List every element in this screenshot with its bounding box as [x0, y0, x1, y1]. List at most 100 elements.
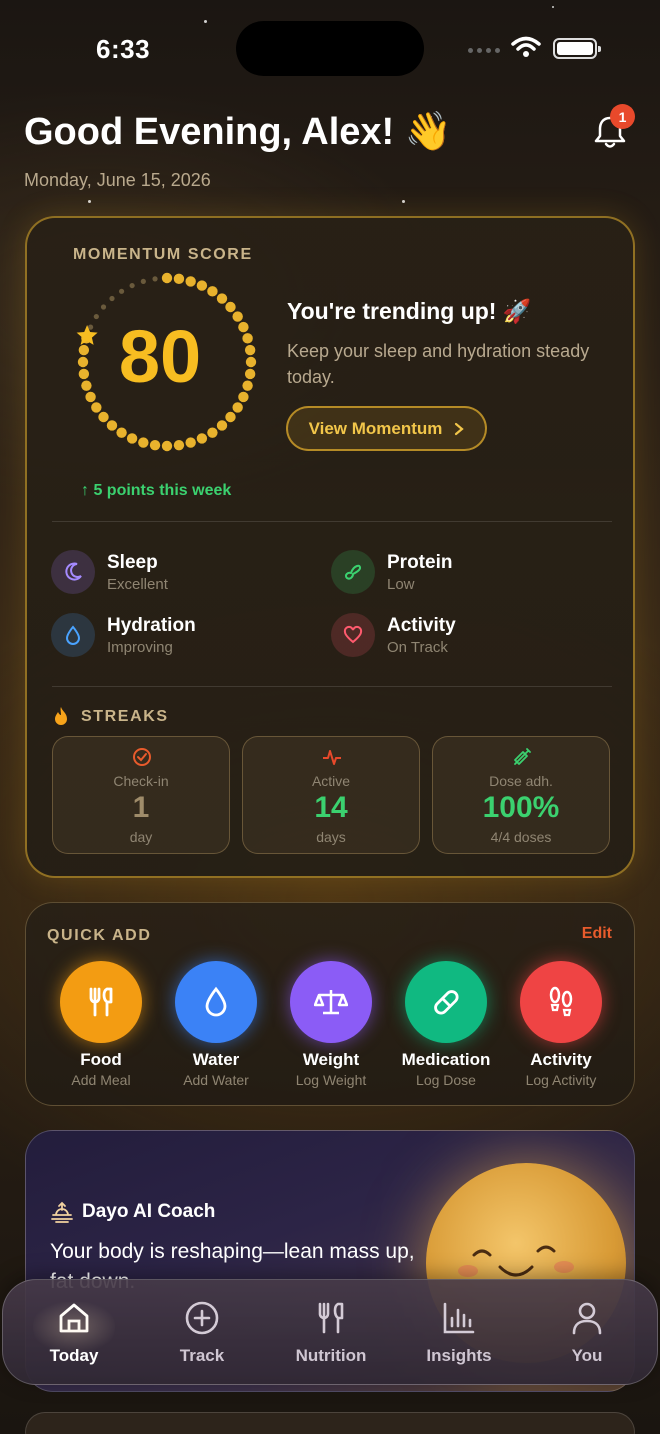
streak-checkin[interactable]: Check-in 1 day: [52, 736, 230, 854]
trend-note: ↑ 5 points this week: [81, 482, 232, 499]
metric-status: Improving: [107, 638, 173, 656]
tab-insights[interactable]: Insights: [404, 1296, 514, 1366]
status-bar: 6:33: [0, 0, 660, 96]
streak-value: 100%: [482, 791, 560, 824]
ring-dot-filled: [173, 273, 185, 285]
check-circle-icon: [133, 748, 151, 766]
ring-dot-filled: [106, 420, 118, 431]
view-momentum-button[interactable]: View Momentum: [286, 406, 487, 451]
momentum-score-value: 80: [118, 315, 202, 398]
edit-link[interactable]: Edit: [582, 925, 612, 943]
metric-activity[interactable]: Activity On Track: [331, 613, 456, 657]
ring-dot-empty: [109, 295, 115, 302]
ring-dot-filled: [185, 276, 196, 287]
tab-label: Nutrition: [295, 1346, 367, 1365]
droplet-icon: [51, 613, 95, 657]
active-tab-highlight: [33, 1302, 115, 1352]
ring-dot-filled: [116, 427, 127, 438]
protein-icon: [331, 550, 375, 594]
quick-add-title: Water: [192, 1050, 240, 1069]
streak-label: Dose adh.: [489, 773, 553, 789]
quick-add-title: Medication: [401, 1050, 491, 1069]
ring-dot-filled: [173, 439, 185, 451]
status-time: 6:33: [96, 34, 151, 64]
cellular-signal-icon: [468, 48, 500, 53]
metric-title: Protein: [387, 551, 453, 573]
metric-title: Activity: [387, 614, 456, 636]
coach-title-row: Dayo AI Coach: [50, 1201, 215, 1223]
fork-knife-icon: [276, 1296, 386, 1340]
metric-status: Low: [387, 575, 415, 593]
streak-unit: 4/4 doses: [490, 829, 552, 845]
wifi-icon: [511, 36, 541, 57]
pulse-icon: [323, 750, 341, 765]
tab-track[interactable]: Track: [147, 1296, 257, 1366]
footprints-icon: [520, 961, 602, 1043]
quick-add-food[interactable]: Food Add Meal: [46, 961, 156, 1088]
next-card-peek: [25, 1412, 635, 1434]
streak-value: 1: [132, 791, 150, 824]
notification-badge: 1: [610, 104, 635, 129]
ring-dot-filled: [161, 440, 173, 452]
metric-sleep[interactable]: Sleep Excellent: [51, 550, 168, 594]
ring-dot-empty: [100, 304, 107, 310]
divider: [52, 686, 612, 687]
plus-circle-icon: [147, 1296, 257, 1340]
star-decoration: [88, 200, 91, 203]
quick-add-sub: Log Activity: [525, 1072, 597, 1088]
ring-dot-filled: [185, 437, 196, 448]
streaks-kicker: STREAKS: [81, 708, 169, 725]
divider: [52, 521, 612, 522]
ring-dot-empty: [118, 288, 125, 294]
flame-icon: [55, 707, 67, 725]
coach-title: Dayo AI Coach: [82, 1201, 216, 1222]
syringe-icon: [514, 748, 531, 765]
quick-add-title: Activity: [530, 1050, 592, 1069]
ring-dot-filled: [232, 402, 243, 413]
ring-dot-empty: [152, 276, 158, 282]
tab-you[interactable]: You: [532, 1296, 642, 1366]
metric-protein[interactable]: Protein Low: [331, 550, 452, 594]
ring-dot-filled: [126, 433, 138, 444]
quick-add-sub: Log Weight: [295, 1072, 367, 1088]
quick-add-activity[interactable]: Activity Log Activity: [506, 961, 616, 1088]
metric-status: Excellent: [107, 575, 168, 593]
fork-knife-icon: [60, 961, 142, 1043]
metric-hydration[interactable]: Hydration Improving: [51, 613, 196, 657]
tab-nutrition[interactable]: Nutrition: [276, 1296, 386, 1366]
metric-title: Hydration: [107, 614, 196, 636]
ring-dot-filled: [225, 301, 236, 313]
pill-icon: [405, 961, 487, 1043]
ring-dot-filled: [196, 280, 208, 291]
ring-dot-filled: [196, 433, 208, 444]
water-drop-icon: [175, 961, 257, 1043]
quick-add-sub: Log Dose: [416, 1072, 476, 1088]
greeting-title: Good Evening, Alex! 👋: [24, 111, 453, 153]
ring-dot-filled: [225, 411, 236, 423]
ring-dot-empty: [140, 278, 146, 285]
streak-active[interactable]: Active 14 days: [242, 736, 420, 854]
trend-title: You're trending up! 🚀: [287, 298, 532, 324]
momentum-card: MOMENTUM SCORE 80 ↑ 5 points this week Y…: [25, 216, 635, 878]
ring-dot-filled: [161, 272, 173, 284]
tab-label: Insights: [426, 1346, 492, 1365]
battery-icon: [553, 38, 601, 59]
quick-add-medication[interactable]: Medication Log Dose: [391, 961, 501, 1088]
heart-icon: [331, 613, 375, 657]
trend-body: Keep your sleep and hydration steady tod…: [287, 341, 590, 387]
ring-dot-filled: [216, 293, 228, 304]
quick-add-weight[interactable]: Weight Log Weight: [276, 961, 386, 1088]
tab-label: You: [571, 1346, 603, 1365]
quick-add-title: Food: [80, 1050, 122, 1069]
ring-dot-filled: [207, 286, 218, 297]
quick-add-card: QUICK ADD Edit Food Add Meal Water Add W…: [25, 902, 635, 1106]
ring-dot-filled: [207, 427, 218, 438]
current-date: Monday, June 15, 2026: [24, 170, 211, 190]
person-icon: [532, 1296, 642, 1340]
metric-status: On Track: [387, 638, 448, 656]
quick-add-water[interactable]: Water Add Water: [161, 961, 271, 1088]
streak-unit: days: [316, 829, 346, 845]
streak-dose-adherence[interactable]: Dose adh. 100% 4/4 doses: [432, 736, 610, 854]
star-decoration: [402, 200, 405, 203]
view-momentum-label: View Momentum: [308, 418, 443, 438]
